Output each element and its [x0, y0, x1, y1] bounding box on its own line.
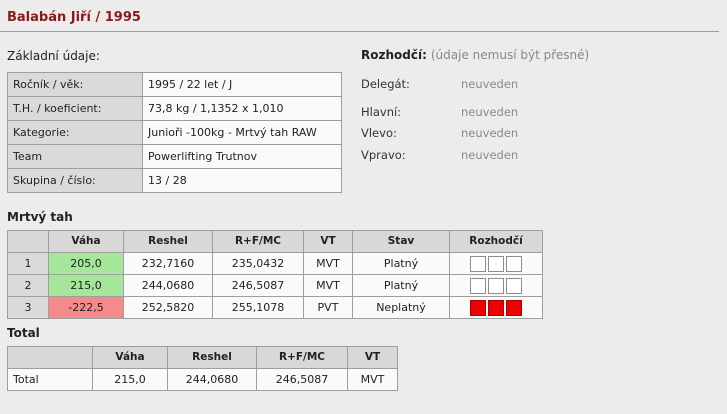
basic-label: Team [7, 144, 143, 169]
total-weight: 215,0 [92, 368, 168, 391]
basic-info-heading: Základní údaje: [7, 49, 100, 63]
referee-label: Vpravo: [361, 148, 406, 162]
attempt-referee-lights [449, 274, 543, 297]
referee-light-red [506, 300, 522, 316]
table-row: Kategorie: Junioři -100kg - Mrtvý tah RA… [7, 120, 342, 145]
referee-right: Vpravo: neuveden [361, 148, 518, 162]
referee-main: Hlavní: neuveden [361, 105, 518, 119]
col-header: R+F/MC [256, 346, 348, 369]
attempt-reshel: 244,0680 [123, 274, 213, 297]
total-vt: MVT [347, 368, 398, 391]
referee-light-white [470, 256, 486, 272]
total-rfmc: 246,5087 [256, 368, 348, 391]
referee-delegate: Delegát: neuveden [361, 77, 518, 91]
referees-heading: Rozhodčí: (údaje nemusí být přesné) [361, 48, 589, 62]
basic-label: Skupina / číslo: [7, 168, 143, 193]
attempt-vt: PVT [303, 296, 353, 319]
attempt-referee-lights [449, 296, 543, 319]
attempt-weight: 215,0 [48, 274, 124, 297]
basic-value: Junioři -100kg - Mrtvý tah RAW [142, 120, 342, 145]
attempt-reshel: 232,7160 [123, 252, 213, 275]
table-row: 1 205,0 232,7160 235,0432 MVT Platný [7, 252, 543, 275]
attempt-referee-lights [449, 252, 543, 275]
basic-value: Powerlifting Trutnov [142, 144, 342, 169]
basic-info-table: Ročník / věk: 1995 / 22 let / J T.H. / k… [7, 72, 342, 193]
attempt-rfmc: 235,0432 [212, 252, 304, 275]
col-header: VT [303, 230, 353, 253]
table-row: 3 -222,5 252,5820 255,1078 PVT Neplatný [7, 296, 543, 319]
referee-value: neuveden [461, 126, 519, 140]
col-header [7, 346, 93, 369]
total-table: Váha Reshel R+F/MC VT Total 215,0 244,06… [7, 346, 398, 391]
col-header: Stav [352, 230, 450, 253]
basic-label: Ročník / věk: [7, 72, 143, 97]
attempts-table: Váha Reshel R+F/MC VT Stav Rozhodčí 1 20… [7, 230, 543, 319]
attempts-heading: Mrtvý tah [7, 210, 73, 224]
attempt-vt: MVT [303, 274, 353, 297]
total-label: Total [7, 368, 93, 391]
attempt-status: Platný [352, 252, 450, 275]
page-title: Balabán Jiří / 1995 [7, 10, 141, 25]
basic-value: 73,8 kg / 1,1352 x 1,010 [142, 96, 342, 121]
attempt-vt: MVT [303, 252, 353, 275]
attempt-number: 3 [7, 296, 49, 319]
col-header [7, 230, 49, 253]
referee-light-white [470, 278, 486, 294]
col-header: Váha [48, 230, 124, 253]
attempt-status: Platný [352, 274, 450, 297]
total-reshel: 244,0680 [167, 368, 257, 391]
table-row: Skupina / číslo: 13 / 28 [7, 168, 342, 193]
attempt-weight: -222,5 [48, 296, 124, 319]
table-header-row: Váha Reshel R+F/MC VT Stav Rozhodčí [7, 230, 543, 253]
referee-label: Delegát: [361, 77, 410, 91]
attempt-status: Neplatný [352, 296, 450, 319]
attempt-number: 1 [7, 252, 49, 275]
referee-light-white [488, 256, 504, 272]
attempt-rfmc: 246,5087 [212, 274, 304, 297]
table-header-row: Váha Reshel R+F/MC VT [7, 346, 398, 369]
basic-label: T.H. / koeficient: [7, 96, 143, 121]
attempt-weight: 205,0 [48, 252, 124, 275]
basic-label: Kategorie: [7, 120, 143, 145]
table-row: Ročník / věk: 1995 / 22 let / J [7, 72, 342, 97]
col-header: Váha [92, 346, 168, 369]
referee-value: neuveden [461, 77, 519, 91]
col-header: VT [347, 346, 398, 369]
basic-value: 1995 / 22 let / J [142, 72, 342, 97]
referees-heading-label: Rozhodčí: [361, 48, 427, 62]
col-header: Reshel [167, 346, 257, 369]
referee-light-white [488, 278, 504, 294]
referees-note: (údaje nemusí být přesné) [430, 48, 590, 62]
col-header: R+F/MC [212, 230, 304, 253]
title-divider [0, 31, 719, 32]
attempt-rfmc: 255,1078 [212, 296, 304, 319]
attempt-reshel: 252,5820 [123, 296, 213, 319]
attempt-number: 2 [7, 274, 49, 297]
total-heading: Total [7, 326, 40, 340]
referee-light-red [470, 300, 486, 316]
referee-left: Vlevo: neuveden [361, 126, 518, 140]
referee-light-red [488, 300, 504, 316]
referee-light-white [506, 278, 522, 294]
table-row: T.H. / koeficient: 73,8 kg / 1,1352 x 1,… [7, 96, 342, 121]
referee-value: neuveden [461, 148, 519, 162]
table-row: 2 215,0 244,0680 246,5087 MVT Platný [7, 274, 543, 297]
referee-light-white [506, 256, 522, 272]
table-row: Team Powerlifting Trutnov [7, 144, 342, 169]
col-header: Reshel [123, 230, 213, 253]
referee-label: Vlevo: [361, 126, 397, 140]
referee-value: neuveden [461, 105, 519, 119]
table-row: Total 215,0 244,0680 246,5087 MVT [7, 368, 398, 391]
basic-value: 13 / 28 [142, 168, 342, 193]
col-header: Rozhodčí [449, 230, 543, 253]
referee-label: Hlavní: [361, 105, 402, 119]
